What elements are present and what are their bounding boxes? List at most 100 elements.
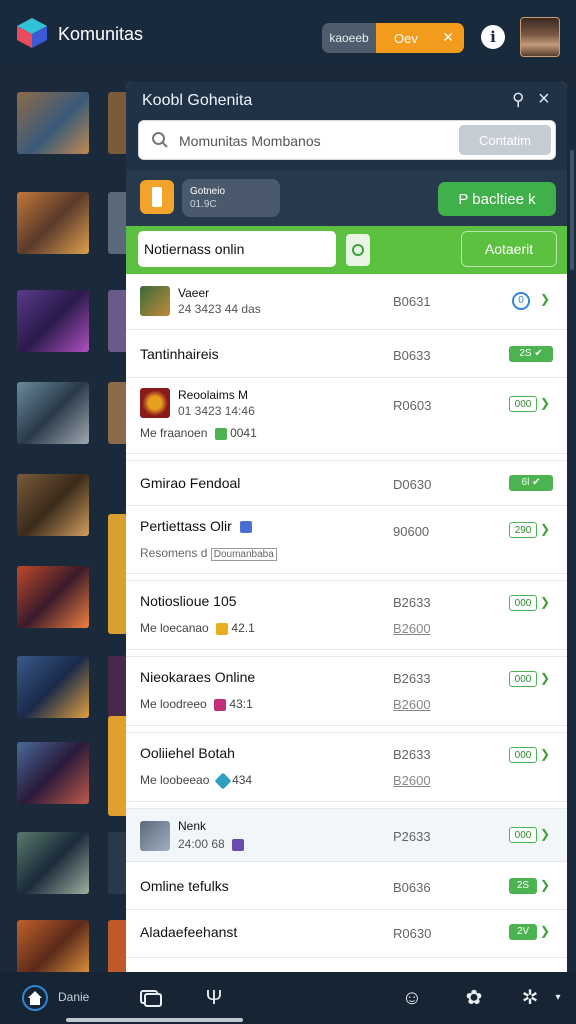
game-thumbnail[interactable]: [17, 92, 89, 154]
list-item-meta-text: 24:00 68: [178, 837, 225, 851]
game-thumbnail[interactable]: [17, 566, 89, 628]
status-badge: 2V: [509, 924, 537, 940]
home-glyph: [28, 991, 42, 1005]
chevron-icon[interactable]: ❯: [540, 595, 550, 609]
list-item[interactable]: Nenk 24:00 68 P2633 000 ❯: [126, 808, 567, 862]
notification-field[interactable]: Notiernass onlin: [138, 231, 336, 267]
home-indicator: [66, 1018, 243, 1022]
chevron-icon[interactable]: ❯: [540, 827, 550, 841]
list-item-code: B0633: [393, 348, 431, 363]
list-item-name: Gmirao Fendoal: [140, 475, 241, 491]
list-item[interactable]: Vaeer 24 3423 44 das B0631 0 ❯: [126, 274, 567, 330]
community-panel: Koobl Gohenita ⚲ × Momunitas Mombanos Co…: [126, 82, 567, 972]
list-item-meta: 24:00 68: [178, 837, 245, 851]
panel-header: Koobl Gohenita ⚲ × Momunitas Mombanos Co…: [126, 82, 567, 170]
settings-icon[interactable]: ✲: [518, 986, 542, 1010]
list-item-code: B2633: [393, 747, 431, 762]
search-button[interactable]: Contatim: [459, 125, 551, 155]
list-item-code: R0630: [393, 926, 432, 941]
notification-radio[interactable]: [346, 234, 370, 266]
mode-toggle-left[interactable]: kaoeeb: [322, 23, 376, 53]
chevron-icon[interactable]: ❯: [540, 396, 550, 410]
list-item[interactable]: Omline tefulks B0636 2S ❯: [126, 862, 567, 910]
tag-icon: [216, 622, 229, 635]
list-item-name: Nieokaraes Online: [140, 669, 256, 685]
game-thumbnail[interactable]: [17, 832, 89, 894]
game-thumbnail[interactable]: [17, 742, 89, 804]
list-item-name: Aladaefeehanst: [140, 924, 238, 940]
list-item-subtitle: Resomens d Doumanbaba: [140, 546, 277, 561]
link-icon[interactable]: ⚲: [512, 90, 524, 110]
chevron-icon[interactable]: ❯: [540, 878, 550, 892]
activate-button[interactable]: Aotaerit: [461, 231, 557, 267]
list-item[interactable]: Nieokaraes Online Me loodreeo 43:1 B2633…: [126, 656, 567, 726]
chat-icon[interactable]: [139, 986, 163, 1010]
home-icon[interactable]: [22, 985, 48, 1011]
gear-icon[interactable]: ✿: [462, 986, 486, 1010]
list-item-subtitle-num: 43:1: [229, 697, 253, 711]
home-label[interactable]: Danie: [58, 990, 89, 1004]
search-input[interactable]: Momunitas Mombanos: [179, 133, 321, 149]
community-chip[interactable]: Gotneio 01.9C: [182, 179, 280, 217]
game-thumbnail[interactable]: [17, 382, 89, 444]
tag-icon: [214, 698, 227, 711]
primary-action-button[interactable]: P bacltiee k: [438, 182, 556, 216]
mode-toggle-right[interactable]: Oev ✕: [376, 23, 464, 53]
bottom-nav: Danie Ψ ☺ ✿ ✲ ▾: [0, 972, 576, 1024]
status-badge: 6l ✔: [509, 475, 553, 491]
avatar[interactable]: [520, 17, 560, 57]
status-badge-label: 6l: [521, 477, 530, 488]
check-icon: ✔: [532, 477, 541, 488]
list-item-subtitle-num: 434: [232, 773, 253, 787]
trophy-icon[interactable]: Ψ: [202, 986, 226, 1010]
list-item-meta: 24 3423 44 das: [178, 302, 261, 316]
notification-row: Notiernass onlin Aotaerit: [126, 226, 567, 274]
app-logo-icon: [17, 18, 47, 48]
scrollbar[interactable]: [570, 150, 574, 270]
tag-icon: [239, 521, 252, 534]
status-badge: 000: [509, 747, 537, 763]
close-icon[interactable]: ×: [538, 88, 550, 111]
mode-toggle[interactable]: kaoeeb Oev ✕: [322, 23, 464, 53]
list-item[interactable]: Tantinhaireis B0633 2S ✔: [126, 330, 567, 378]
smile-icon[interactable]: ☺: [400, 986, 424, 1010]
chevron-icon[interactable]: ❯: [540, 671, 550, 685]
list-item[interactable]: Reoolaims M 01 3423 14:46 Me fraanoen 00…: [126, 378, 567, 454]
list-item-subtitle-link[interactable]: Doumanbaba: [210, 548, 277, 561]
list-item[interactable]: Aladaefeehanst R0630 2V ❯: [126, 910, 567, 958]
tag-icon: [214, 772, 232, 790]
game-thumbnail[interactable]: [17, 192, 89, 254]
community-chip-title: Gotneio: [190, 186, 226, 197]
member-list: Vaeer 24 3423 44 das B0631 0 ❯ Tantinhai…: [126, 274, 567, 958]
game-thumbnail[interactable]: [17, 474, 89, 536]
list-item-subtitle-num: 0041: [230, 426, 257, 440]
game-thumbnail[interactable]: [17, 656, 89, 718]
list-item-code: R0603: [393, 398, 432, 413]
list-item-name: Omline tefulks: [140, 878, 229, 894]
chevron-icon[interactable]: ❯: [540, 292, 550, 306]
search-icon: [152, 132, 168, 148]
chevron-down-icon[interactable]: ▾: [546, 986, 570, 1010]
search-bar[interactable]: Momunitas Mombanos Contatim: [138, 120, 556, 160]
list-item[interactable]: Ooliiehel Botah Me loobeeao 434 B2633 B2…: [126, 732, 567, 802]
status-badge-label: 2S: [519, 348, 532, 359]
game-icon: [140, 286, 170, 316]
list-item-code: B0636: [393, 880, 431, 895]
chevron-icon[interactable]: ❯: [540, 924, 550, 938]
list-item[interactable]: Pertiettass Olir Resomens d Doumanbaba 9…: [126, 506, 567, 574]
list-item-name: Nenk: [178, 819, 207, 833]
list-item-name: Reoolaims M: [178, 388, 249, 402]
game-thumbnail[interactable]: [17, 290, 89, 352]
chevron-icon[interactable]: ❯: [540, 522, 550, 536]
info-icon[interactable]: i: [481, 25, 505, 49]
list-item-code: D0630: [393, 477, 432, 492]
mode-toggle-right-label: Oev: [394, 30, 418, 46]
chevron-icon[interactable]: ❯: [540, 747, 550, 761]
list-item-subtitle-text: Me loodreeo: [140, 697, 207, 711]
list-item[interactable]: Notioslioue 105 Me loecanao 42.1 B2633 B…: [126, 580, 567, 650]
list-item-code-secondary: B2600: [393, 621, 431, 636]
list-item[interactable]: Gmirao Fendoal D0630 6l ✔: [126, 460, 567, 506]
close-x-icon[interactable]: ✕: [442, 29, 454, 46]
chat-glyph: [140, 990, 162, 1007]
phone-icon: [140, 180, 174, 214]
